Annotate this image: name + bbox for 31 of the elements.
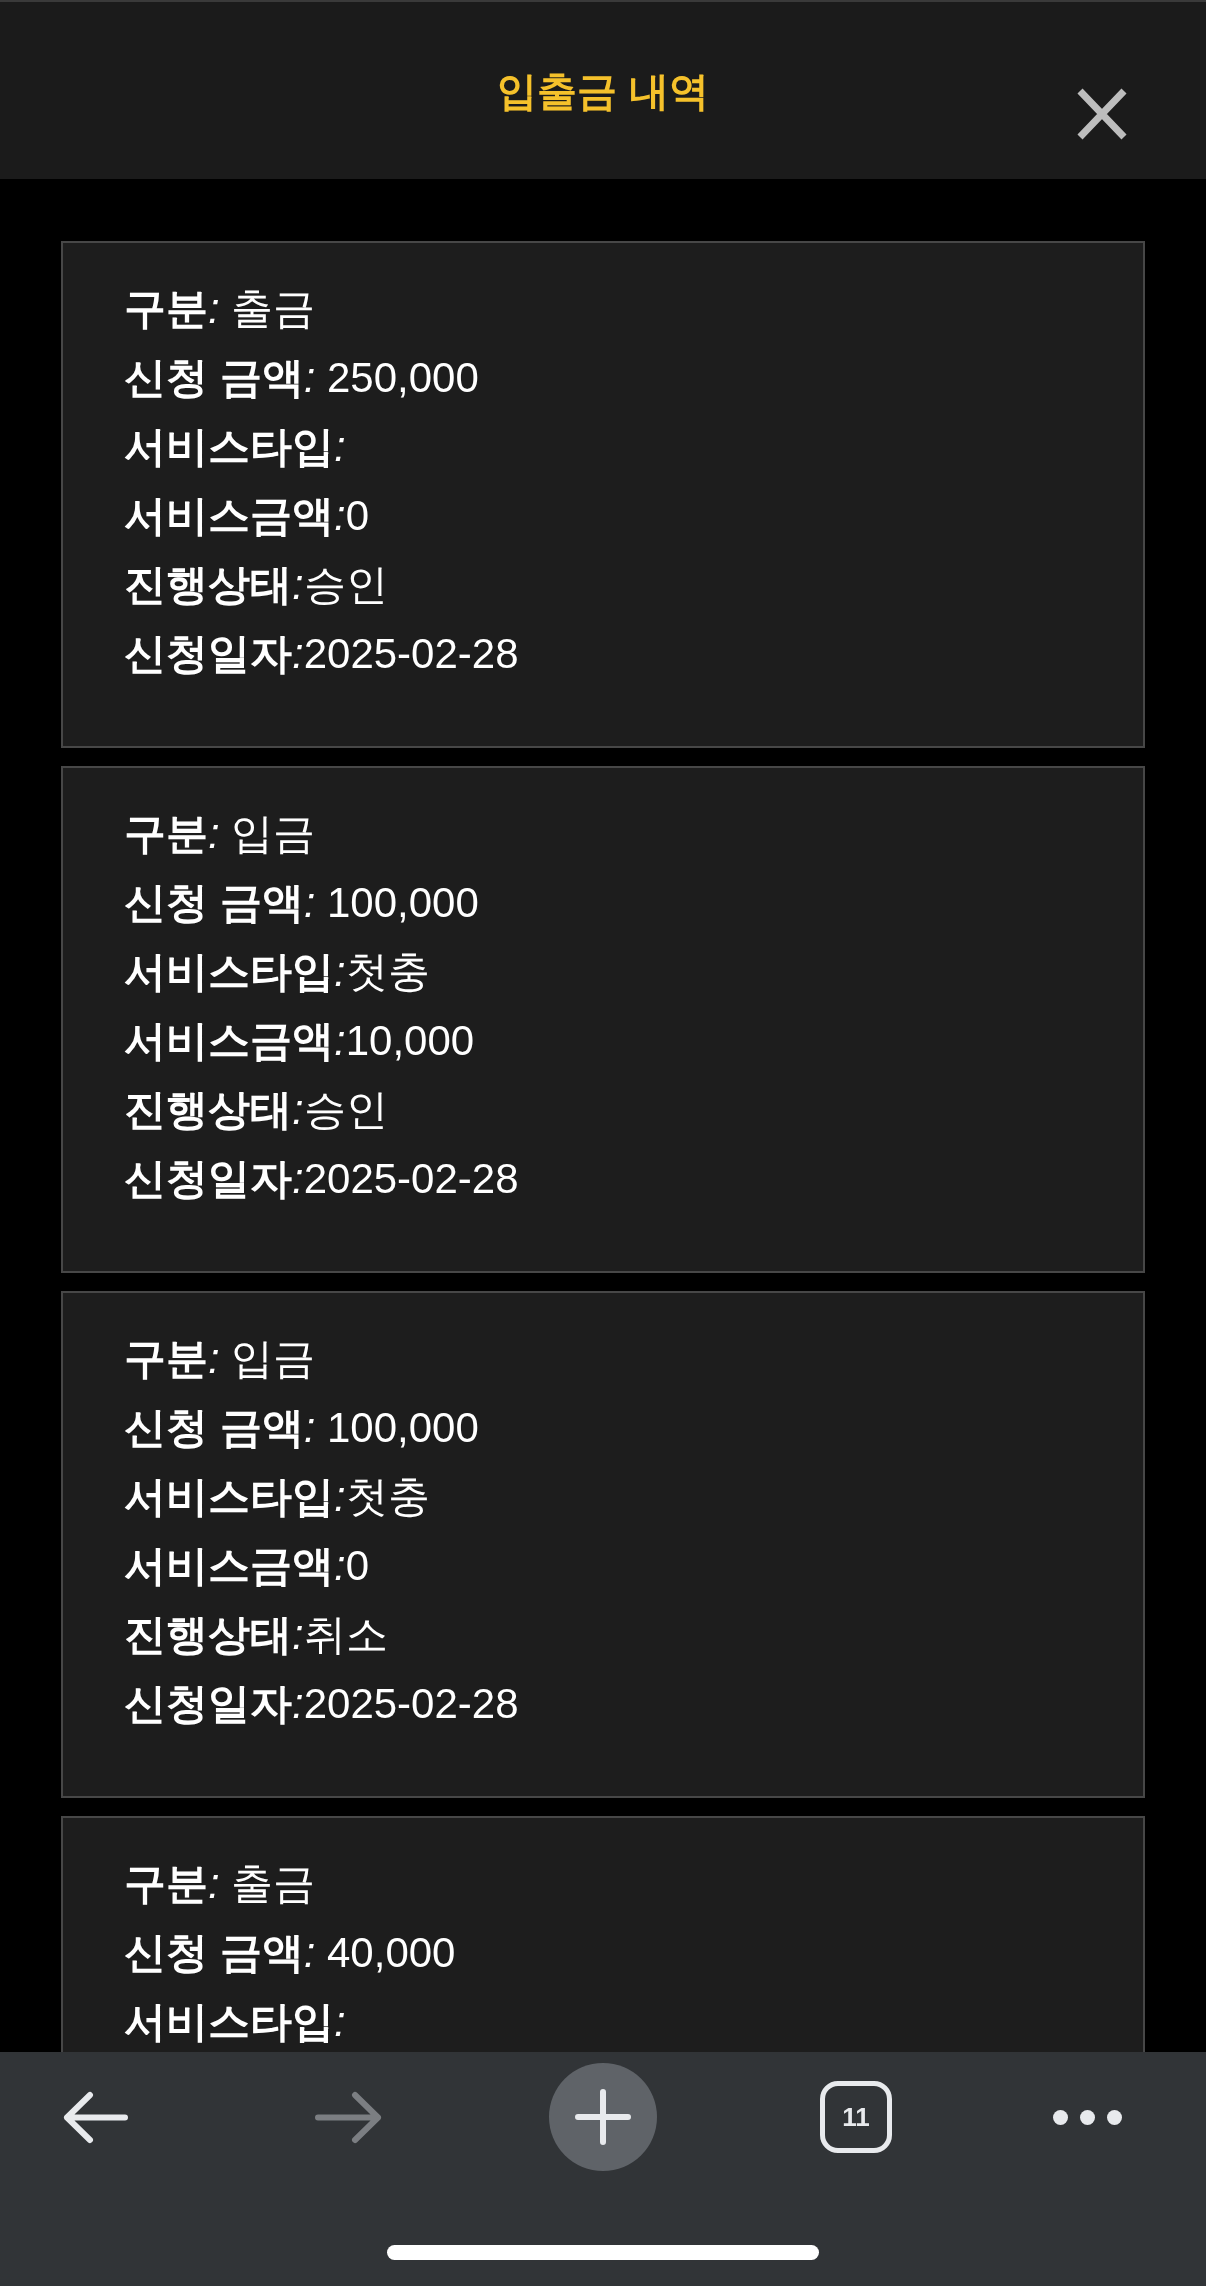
- record-field: 구분: 출금: [124, 274, 316, 343]
- forward-arrow-icon: [315, 2090, 383, 2144]
- record-field: 서비스금액:0: [124, 481, 370, 550]
- record-field: 신청 금액: 250,000: [124, 343, 479, 412]
- record-field: 서비스타입:: [124, 412, 346, 481]
- close-button[interactable]: [1077, 88, 1127, 140]
- record-field: 서비스금액:10,000: [124, 1006, 475, 1075]
- record-field: 신청 금액: 100,000: [124, 1393, 479, 1462]
- page-title: 입출금 내역: [497, 67, 709, 115]
- record-field: 서비스타입:: [124, 1987, 346, 2052]
- record-field: 서비스금액:0: [124, 1531, 370, 1600]
- back-arrow-icon: [62, 2090, 128, 2144]
- plus-icon: [575, 2089, 631, 2145]
- record-field: 진행상태:취소: [124, 1600, 388, 1669]
- record-field: 진행상태:승인: [124, 550, 388, 619]
- record-field: 구분: 입금: [124, 1324, 316, 1393]
- record-field: 구분: 입금: [124, 799, 316, 868]
- record-field: 신청일자:2025-02-28: [124, 619, 519, 688]
- more-icon: [1053, 2109, 1122, 2125]
- record-field: 신청 금액: 40,000: [124, 1918, 456, 1987]
- record-field: 신청 금액: 100,000: [124, 868, 479, 937]
- more-button[interactable]: [1053, 2109, 1122, 2125]
- record-field: 신청일자:2025-02-28: [124, 1669, 519, 1738]
- record-field: 서비스타입:첫충: [124, 1462, 430, 1531]
- record-field: 신청일자:2025-02-28: [124, 1144, 519, 1213]
- record-field: 서비스타입:첫충: [124, 937, 430, 1006]
- close-icon: [1077, 88, 1127, 140]
- record-field: 진행상태:승인: [124, 1075, 388, 1144]
- tab-count-button[interactable]: 11: [820, 2081, 892, 2153]
- back-button[interactable]: [62, 2090, 128, 2144]
- record-field: 구분: 출금: [124, 1849, 316, 1918]
